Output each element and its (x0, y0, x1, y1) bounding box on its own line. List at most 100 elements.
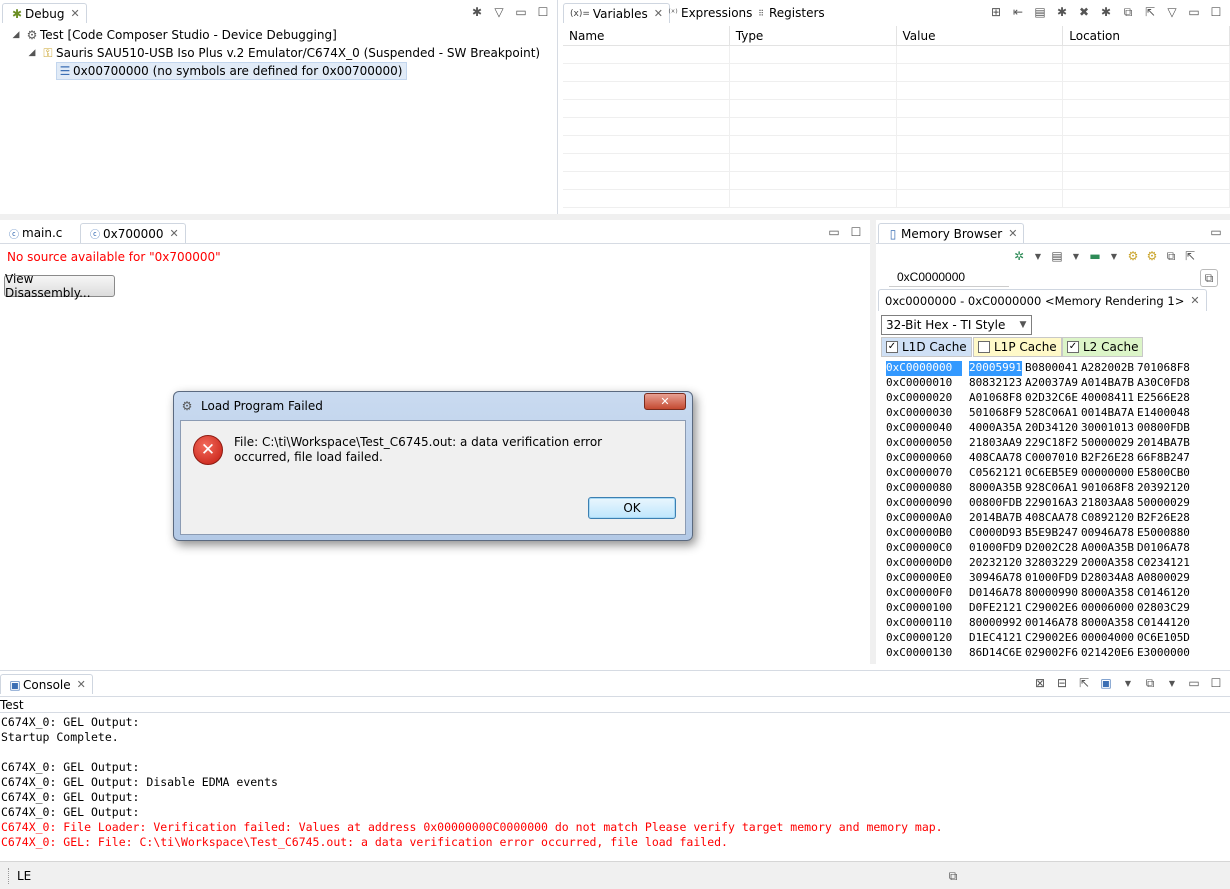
memory-word[interactable]: 8000A358 (1081, 586, 1134, 601)
memory-word[interactable]: E2566E28 (1137, 391, 1190, 406)
column-type[interactable]: Type (730, 26, 897, 45)
maximize-icon[interactable]: ☐ (1208, 675, 1224, 691)
memory-word[interactable]: 01000FD9 (969, 541, 1022, 556)
memory-word[interactable]: A0800029 (1137, 571, 1190, 586)
minimize-icon[interactable]: ▭ (1186, 675, 1202, 691)
maximize-icon[interactable]: ☐ (535, 4, 551, 20)
memory-word[interactable]: 0014BA7A (1081, 406, 1134, 421)
pin-icon[interactable]: ⇱ (1182, 248, 1198, 264)
memory-word[interactable]: 86D14C6E (969, 646, 1022, 661)
memory-word[interactable]: C29002E6 (1025, 631, 1078, 646)
minimize-icon[interactable]: ▭ (1186, 4, 1202, 20)
close-icon[interactable]: ✕ (1008, 227, 1017, 240)
dropdown-arrow-icon[interactable]: ▼ (1164, 675, 1180, 691)
memory-word[interactable]: C0562121 (969, 466, 1022, 481)
memory-word[interactable]: D0106A78 (1137, 541, 1190, 556)
memory-word[interactable]: B5E9B247 (1025, 526, 1078, 541)
layout-icon[interactable]: ▤ (1032, 4, 1048, 20)
memory-word[interactable]: A014BA7B (1081, 376, 1134, 391)
memory-word[interactable]: 21803AA8 (1081, 496, 1134, 511)
memory-word[interactable]: 50000029 (1137, 496, 1190, 511)
memory-word[interactable]: C0892120 (1081, 511, 1134, 526)
remove-terminated-icon[interactable]: ✱ (469, 4, 485, 20)
memory-word[interactable]: 501068F9 (969, 406, 1022, 421)
memory-word[interactable]: 2000A358 (1081, 556, 1134, 571)
memory-word[interactable]: D28034A8 (1081, 571, 1134, 586)
memory-word[interactable]: 00006000 (1081, 601, 1134, 616)
show-type-icon[interactable]: ⊞ (988, 4, 1004, 20)
dropdown-arrow-icon[interactable]: ▼ (1106, 248, 1122, 264)
memory-word[interactable]: A20037A9 (1025, 376, 1078, 391)
memory-word[interactable]: 701068F8 (1137, 361, 1190, 376)
maximize-icon[interactable]: ☐ (1208, 4, 1224, 20)
tab-variables[interactable]: (x)= Variables ✕ (563, 3, 670, 23)
memory-word[interactable]: C0007010 (1025, 451, 1078, 466)
display-console-icon[interactable]: ▣ (1098, 675, 1114, 691)
tab-registers[interactable]: ⠿ Registers (747, 3, 831, 23)
refresh-icon[interactable]: ✲ (1011, 248, 1027, 264)
new-view-icon[interactable]: ⧉ (1163, 248, 1179, 264)
memory-word[interactable]: 00800FDB (969, 496, 1022, 511)
memory-word[interactable]: B2F26E28 (1137, 511, 1190, 526)
memory-word[interactable]: E3000000 (1137, 646, 1190, 661)
expand-arrow-icon[interactable]: ◢ (8, 27, 24, 43)
memory-word[interactable]: 80000990 (1025, 586, 1078, 601)
pin-icon[interactable]: ⇱ (1142, 4, 1158, 20)
dialog-close-button[interactable]: ✕ (644, 393, 686, 410)
memory-word[interactable]: 02803C29 (1137, 601, 1190, 616)
sync-icon[interactable]: ⚙ (1144, 248, 1160, 264)
memory-address[interactable]: 0xC0000080 (886, 481, 962, 496)
memory-address[interactable]: 0xC0000030 (886, 406, 962, 421)
memory-word[interactable]: 30946A78 (969, 571, 1022, 586)
tab-console[interactable]: ▣ Console ✕ (0, 674, 93, 694)
memory-address[interactable]: 0xC0000000 (886, 361, 962, 376)
memory-word[interactable]: D0FE2121 (969, 601, 1022, 616)
memory-word[interactable]: 80832123 (969, 376, 1022, 391)
memory-address[interactable]: 0xC0000130 (886, 646, 962, 661)
ok-button[interactable]: OK (588, 497, 676, 519)
view-menu-icon[interactable]: ▽ (491, 4, 507, 20)
memory-word[interactable]: 229016A3 (1025, 496, 1078, 511)
view-disassembly-button[interactable]: View Disassembly... (4, 272, 115, 300)
minimize-icon[interactable]: ▭ (1208, 224, 1224, 240)
memory-word[interactable]: C0234121 (1137, 556, 1190, 571)
memory-address[interactable]: 0xC0000090 (886, 496, 962, 511)
memory-word[interactable]: E5000880 (1137, 526, 1190, 541)
memory-word[interactable]: 0C6EB5E9 (1025, 466, 1078, 481)
l2-cache-checkbox[interactable]: ✓ L2 Cache (1062, 337, 1144, 357)
memory-word[interactable]: 00000000 (1081, 466, 1134, 481)
memory-word[interactable]: 408CAA78 (1025, 511, 1078, 526)
memory-word[interactable]: C0000D93 (969, 526, 1022, 541)
link-icon[interactable]: ⚙ (1125, 248, 1141, 264)
close-icon[interactable]: ✕ (170, 227, 179, 240)
memory-word[interactable]: A01068F8 (969, 391, 1022, 406)
add-expression-icon[interactable]: ✱ (1098, 4, 1114, 20)
dropdown-arrow-icon[interactable]: ▼ (1120, 675, 1136, 691)
tab-memory-browser[interactable]: ▯ Memory Browser ✕ (878, 223, 1025, 243)
go-icon[interactable]: ⧉ (1200, 269, 1218, 287)
column-name[interactable]: Name (563, 26, 730, 45)
memory-word[interactable]: 66F8B247 (1137, 451, 1190, 466)
l1d-cache-checkbox[interactable]: ✓ L1D Cache (881, 337, 972, 357)
tab-debug[interactable]: ✱ Debug ✕ (2, 3, 87, 23)
memory-word[interactable]: 32803229 (1025, 556, 1078, 571)
status-tool-icon[interactable]: ⧉ (945, 868, 961, 884)
memory-word[interactable]: 00800FDB (1137, 421, 1190, 436)
dropdown-arrow-icon[interactable]: ▼ (1030, 248, 1046, 264)
memory-word[interactable]: 02D32C6E (1025, 391, 1078, 406)
memory-address[interactable]: 0xC0000110 (886, 616, 962, 631)
memory-address[interactable]: 0xC0000120 (886, 631, 962, 646)
clear-console-icon[interactable]: ⊠ (1032, 675, 1048, 691)
memory-word[interactable]: 50000029 (1081, 436, 1134, 451)
memory-word[interactable]: 4000A35A (969, 421, 1022, 436)
memory-word[interactable]: 0C6E105D (1137, 631, 1190, 646)
pin-console-icon[interactable]: ⇱ (1076, 675, 1092, 691)
memory-word[interactable]: D1EC4121 (969, 631, 1022, 646)
memory-address[interactable]: 0xC0000100 (886, 601, 962, 616)
memory-address[interactable]: 0xC0000050 (886, 436, 962, 451)
memory-address[interactable]: 0xC0000070 (886, 466, 962, 481)
memory-word[interactable]: B0800041 (1025, 361, 1078, 376)
memory-word[interactable]: 928C06A1 (1025, 481, 1078, 496)
memory-word[interactable]: A282002B (1081, 361, 1134, 376)
dropdown-arrow-icon[interactable]: ▼ (1068, 248, 1084, 264)
